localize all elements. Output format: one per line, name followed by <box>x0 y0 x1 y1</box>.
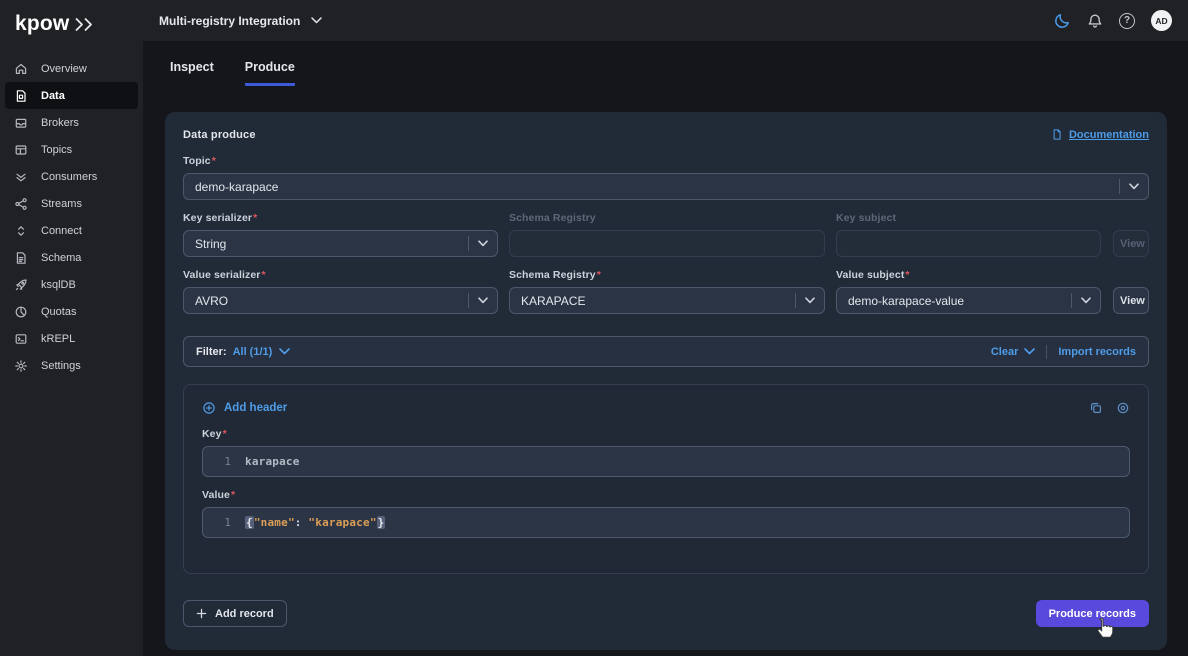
remove-record-icon[interactable] <box>1116 401 1130 415</box>
record-key-editor[interactable]: 1 karapace <box>202 446 1130 477</box>
chevron-down-icon <box>1024 348 1035 355</box>
sidebar-item-brokers[interactable]: Brokers <box>5 109 138 136</box>
value-schema-registry-field: Schema Registry* KARAPACE <box>509 257 825 314</box>
tab-produce[interactable]: Produce <box>245 60 295 86</box>
brokers-icon <box>14 116 28 130</box>
key-serializer-select[interactable]: String <box>183 230 498 257</box>
record-key-label: Key* <box>202 428 1130 440</box>
sidebar-item-connect[interactable]: Connect <box>5 217 138 244</box>
topic-select[interactable]: demo-karapace <box>183 173 1149 200</box>
record-card: Add header Key* 1 karapace Value* 1 {"na… <box>183 384 1149 574</box>
section-title: Data produce <box>183 129 256 141</box>
key-serializer-label: Key serializer* <box>183 212 498 224</box>
kpow-logo-text: kpow <box>15 12 69 36</box>
ksqldb-icon <box>14 278 28 292</box>
value-serializer-label: Value serializer* <box>183 269 498 281</box>
settings-icon <box>14 359 28 373</box>
filter-label: Filter: <box>196 346 227 358</box>
krepl-icon <box>14 332 28 346</box>
value-subject-field: Value subject* demo-karapace-value <box>836 257 1101 314</box>
record-key-code: karapace <box>245 455 300 468</box>
kpow-logo: kpow <box>0 0 143 48</box>
help-icon[interactable]: ? <box>1119 13 1135 29</box>
topbar: Multi-registry Integration ? AD <box>143 0 1188 41</box>
sidebar-item-streams[interactable]: Streams <box>5 190 138 217</box>
environment-selector[interactable]: Multi-registry Integration <box>159 14 322 28</box>
add-record-button[interactable]: Add record <box>183 600 287 627</box>
topics-icon <box>14 143 28 157</box>
key-subject-input <box>836 230 1101 257</box>
chevron-down-icon <box>1081 297 1091 304</box>
connect-icon <box>14 224 28 238</box>
chevron-down-icon <box>1129 183 1139 190</box>
value-subject-select[interactable]: demo-karapace-value <box>836 287 1101 314</box>
value-serializer-select[interactable]: AVRO <box>183 287 498 314</box>
topic-label: Topic* <box>183 155 1149 167</box>
value-schema-registry-select[interactable]: KARAPACE <box>509 287 825 314</box>
data-icon <box>14 89 28 103</box>
tab-inspect[interactable]: Inspect <box>170 60 214 86</box>
chevron-down-icon <box>311 17 322 24</box>
value-schema-registry-label: Schema Registry* <box>509 269 825 281</box>
chevron-down-icon <box>805 297 815 304</box>
user-avatar[interactable]: AD <box>1151 10 1172 31</box>
sidebar-item-quotas[interactable]: Quotas <box>5 298 138 325</box>
key-subject-label: Key subject <box>836 212 1101 224</box>
record-value-label: Value* <box>202 489 1130 501</box>
environment-label: Multi-registry Integration <box>159 14 300 28</box>
sidebar-item-topics[interactable]: Topics <box>5 136 138 163</box>
home-icon <box>14 62 28 76</box>
value-view-button[interactable]: View <box>1113 287 1149 314</box>
key-schema-registry-field: Schema Registry <box>509 200 825 257</box>
dark-mode-moon-icon[interactable] <box>1054 12 1071 29</box>
consumers-icon <box>14 170 28 184</box>
filter-bar: Filter: All (1/1) Clear Import records <box>183 336 1149 367</box>
schema-icon <box>14 251 28 265</box>
line-number: 1 <box>203 455 231 468</box>
streams-icon <box>14 197 28 211</box>
main-content: Inspect Produce Data produce Documentati… <box>143 41 1188 656</box>
sidebar-nav: Overview Data Brokers Topics Consumers S… <box>0 55 143 379</box>
sidebar: kpow Overview Data Brokers Topics Consum… <box>0 0 143 656</box>
sidebar-item-consumers[interactable]: Consumers <box>5 163 138 190</box>
sidebar-item-ksqldb[interactable]: ksqlDB <box>5 271 138 298</box>
sidebar-item-krepl[interactable]: kREPL <box>5 325 138 352</box>
kpow-logo-icon <box>73 16 99 33</box>
quotas-icon <box>14 305 28 319</box>
sidebar-item-overview[interactable]: Overview <box>5 55 138 82</box>
value-serializer-field: Value serializer* AVRO <box>183 257 498 314</box>
key-subject-field: Key subject <box>836 200 1101 257</box>
record-value-code: {"name": "karapace"} <box>245 516 385 529</box>
chevron-down-icon <box>279 348 290 355</box>
key-serializer-field: Key serializer* String <box>183 200 498 257</box>
sidebar-item-data[interactable]: Data <box>5 82 138 109</box>
plus-icon <box>196 608 207 619</box>
divider <box>1046 345 1047 359</box>
tabs: Inspect Produce <box>170 60 295 86</box>
sidebar-item-schema[interactable]: Schema <box>5 244 138 271</box>
chevron-down-icon <box>478 240 488 247</box>
import-records-button[interactable]: Import records <box>1058 346 1136 358</box>
sidebar-item-settings[interactable]: Settings <box>5 352 138 379</box>
key-schema-registry-label: Schema Registry <box>509 212 825 224</box>
notifications-bell-icon[interactable] <box>1087 13 1103 29</box>
clear-button[interactable]: Clear <box>991 346 1036 358</box>
add-header-button[interactable]: Add header <box>202 401 287 415</box>
chevron-down-icon <box>478 297 488 304</box>
topbar-icons: ? AD <box>1054 10 1172 31</box>
key-schema-registry-input <box>509 230 825 257</box>
value-subject-label: Value subject* <box>836 269 1101 281</box>
produce-records-button[interactable]: Produce records <box>1036 600 1149 627</box>
document-icon <box>1051 128 1063 141</box>
line-number: 1 <box>203 516 231 529</box>
duplicate-record-icon[interactable] <box>1089 401 1103 415</box>
key-view-button: View <box>1113 230 1149 257</box>
add-circle-icon <box>202 401 216 415</box>
documentation-link[interactable]: Documentation <box>1051 128 1149 141</box>
filter-dropdown[interactable]: All (1/1) <box>233 346 291 358</box>
data-produce-card: Data produce Documentation Topic* demo-k… <box>165 112 1167 650</box>
record-value-editor[interactable]: 1 {"name": "karapace"} <box>202 507 1130 538</box>
